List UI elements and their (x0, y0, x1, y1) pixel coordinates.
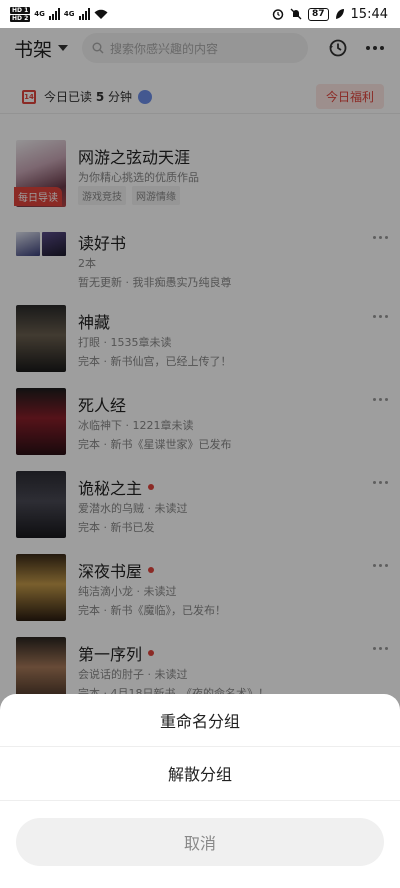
action-sheet: 重命名分组 解散分组 取消 (0, 694, 400, 888)
leaf-icon (335, 9, 344, 19)
disband-group-button[interactable]: 解散分组 (0, 747, 400, 799)
wifi-icon (94, 9, 108, 19)
cancel-button[interactable]: 取消 (16, 818, 384, 866)
sim-indicator: HD 1 HD 2 (10, 6, 31, 22)
battery-level: 87 (308, 7, 329, 21)
signal-icon (48, 8, 60, 20)
divider (0, 800, 400, 801)
alarm-icon (272, 9, 284, 20)
net1-label: 4G (34, 10, 45, 18)
status-bar: HD 1 HD 2 4G 4G 87 15:44 (0, 0, 400, 28)
rename-group-button[interactable]: 重命名分组 (0, 694, 400, 746)
hd2-label: HD 2 (10, 14, 31, 22)
clock: 15:44 (350, 6, 388, 22)
net2-label: 4G (63, 10, 75, 18)
hd1-label: HD 1 (10, 6, 31, 14)
mute-icon (290, 8, 302, 20)
signal2-icon (78, 8, 90, 20)
